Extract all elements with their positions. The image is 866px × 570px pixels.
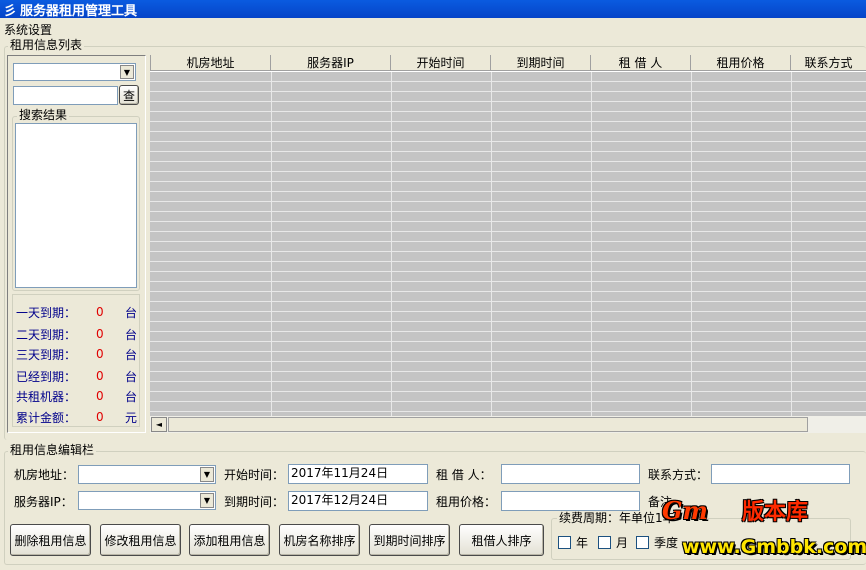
month-label: 月: [616, 536, 629, 550]
room-combo[interactable]: ▼: [78, 465, 216, 484]
edit-rental-button[interactable]: 修改租用信息: [100, 524, 181, 556]
stat-unit: 台: [125, 306, 138, 320]
column-divider: [271, 72, 272, 416]
chevron-down-icon[interactable]: ▼: [200, 467, 214, 482]
contact-label: 联系方式：: [648, 468, 709, 482]
stat-label: 三天到期：: [16, 348, 77, 362]
delete-rental-button[interactable]: 删除租用信息: [10, 524, 91, 556]
stat-label: 共租机器：: [16, 390, 77, 404]
room-label: 机房地址：: [14, 468, 75, 482]
sort-by-room-button[interactable]: 机房名称排序: [279, 524, 360, 556]
table-header: 机房地址 服务器IP 开始时间 到期时间 租 借 人 租用价格 联系方式: [150, 55, 866, 71]
column-header[interactable]: 开始时间: [391, 55, 491, 71]
column-header[interactable]: 机房地址: [151, 55, 271, 71]
column-divider: [491, 72, 492, 416]
ip-label: 服务器IP：: [14, 495, 73, 509]
column-divider: [591, 72, 592, 416]
menu-bar: 系统设置: [0, 22, 52, 38]
edit-group-title: 租用信息编辑栏: [8, 443, 97, 457]
chevron-down-icon[interactable]: ▼: [200, 493, 214, 508]
table-body[interactable]: [150, 72, 866, 416]
stat-value: 0: [96, 305, 104, 319]
horizontal-scrollbar[interactable]: ◄: [150, 416, 866, 433]
column-header[interactable]: 服务器IP: [271, 55, 391, 71]
column-divider: [791, 72, 792, 416]
stat-value: 0: [96, 389, 104, 403]
stat-unit: 台: [125, 390, 138, 404]
stat-label: 累计金额：: [16, 411, 77, 425]
month-checkbox[interactable]: [598, 536, 611, 549]
window-title: 服务器租用管理工具: [20, 3, 138, 19]
start-date-field[interactable]: 2017年11月24日: [288, 464, 428, 484]
stat-label: 一天到期：: [16, 306, 77, 320]
search-results-list[interactable]: [15, 123, 137, 288]
year-label: 年: [576, 536, 589, 550]
column-header[interactable]: 联系方式: [791, 55, 866, 71]
watermark: Gm 版本库 www.Gmbbk.com: [662, 494, 866, 564]
search-combo[interactable]: ▼: [13, 63, 136, 81]
renter-label: 租 借 人：: [436, 468, 492, 482]
stat-unit: 台: [125, 348, 138, 362]
column-divider: [691, 72, 692, 416]
stat-value: 0: [96, 369, 104, 383]
column-divider: [391, 72, 392, 416]
stat-unit: 台: [125, 370, 138, 384]
list-group-title: 租用信息列表: [8, 38, 85, 52]
title-bar[interactable]: 彡 服务器租用管理工具: [0, 0, 866, 19]
period-title: 续费周期：年单位1年: [557, 511, 677, 525]
stat-value: 0: [96, 410, 104, 424]
end-date-label: 到期时间：: [224, 495, 285, 509]
stat-label: 二天到期：: [16, 328, 77, 342]
contact-field[interactable]: [711, 464, 850, 484]
quarter-checkbox[interactable]: [636, 536, 649, 549]
stat-unit: 台: [125, 328, 138, 342]
search-button[interactable]: 查: [119, 85, 139, 105]
renter-field[interactable]: [501, 464, 640, 484]
column-header[interactable]: 租用价格: [691, 55, 791, 71]
sort-by-expiry-button[interactable]: 到期时间排序: [369, 524, 450, 556]
scrollbar-thumb[interactable]: [168, 417, 808, 432]
column-header[interactable]: 租 借 人: [591, 55, 691, 71]
menu-item-settings[interactable]: 系统设置: [4, 23, 52, 37]
watermark-url: www.Gmbbk.com: [682, 536, 866, 558]
sort-by-renter-button[interactable]: 租借人排序: [459, 524, 544, 556]
chevron-down-icon[interactable]: ▼: [120, 65, 134, 79]
scroll-left-icon[interactable]: ◄: [151, 417, 167, 432]
end-date-field[interactable]: 2017年12月24日: [288, 491, 428, 511]
add-rental-button[interactable]: 添加租用信息: [189, 524, 270, 556]
stat-label: 已经到期：: [16, 370, 77, 384]
start-date-label: 开始时间：: [224, 468, 285, 482]
rental-table[interactable]: 机房地址 服务器IP 开始时间 到期时间 租 借 人 租用价格 联系方式: [150, 55, 866, 416]
column-header[interactable]: 到期时间: [491, 55, 591, 71]
stat-value: 0: [96, 327, 104, 341]
watermark-brand: 版本库: [742, 500, 809, 525]
watermark-logo: Gm: [662, 496, 708, 525]
search-input[interactable]: [13, 86, 118, 105]
search-results-title: 搜索结果: [17, 108, 70, 122]
price-label: 租用价格：: [436, 495, 497, 509]
price-field[interactable]: [501, 491, 640, 511]
app-icon: 彡: [3, 3, 17, 19]
stat-value: 0: [96, 347, 104, 361]
stat-unit: 元: [125, 411, 138, 425]
ip-combo[interactable]: ▼: [78, 491, 216, 510]
year-checkbox[interactable]: [558, 536, 571, 549]
